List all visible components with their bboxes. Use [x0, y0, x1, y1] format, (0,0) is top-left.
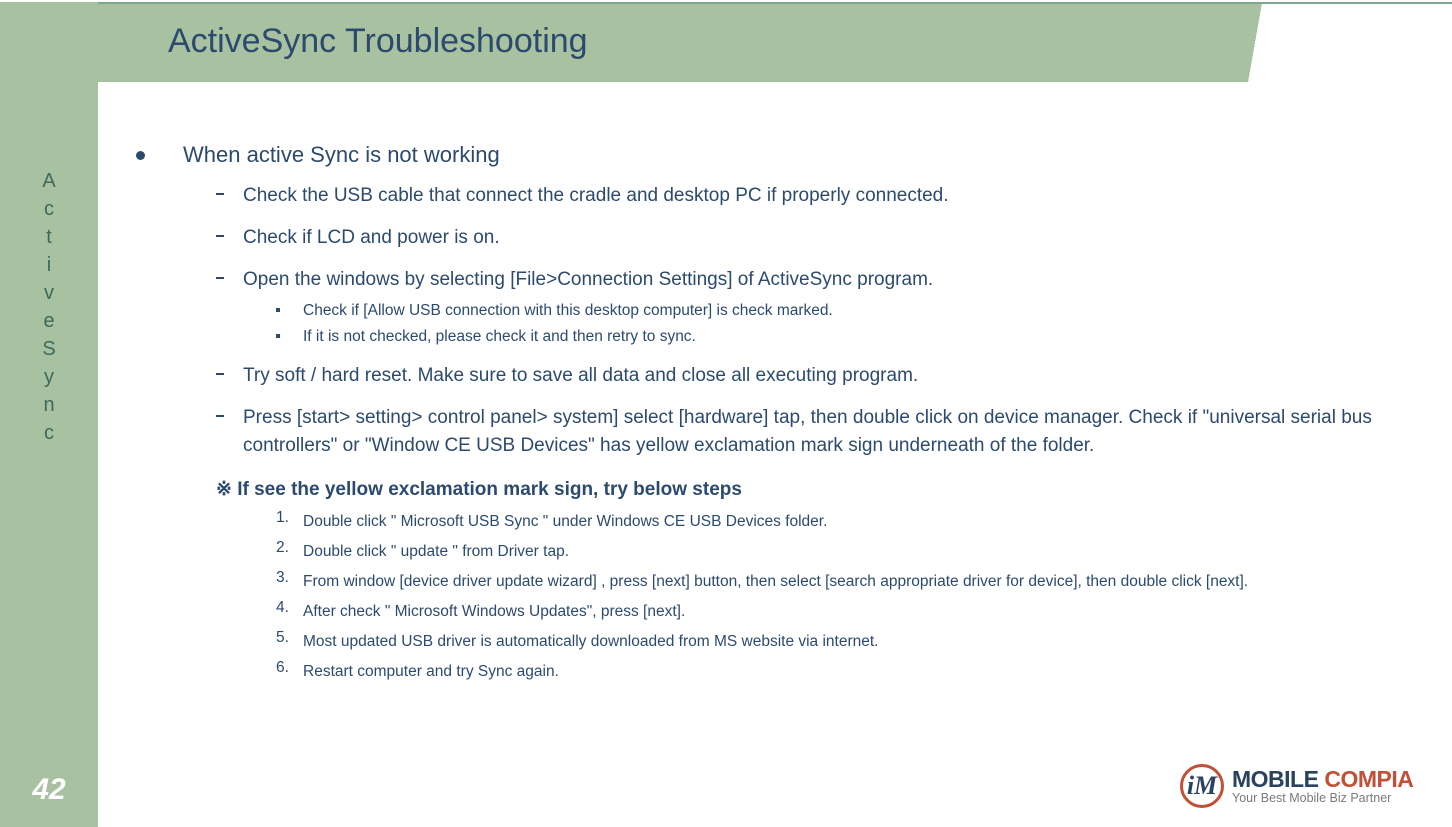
sidebar-char: c [0, 419, 98, 447]
bullet-lvl2: Check if LCD and power is on. [128, 224, 1412, 252]
step-item: 3. From window [device driver update wiz… [128, 569, 1412, 595]
slide-title: ActiveSync Troubleshooting [168, 22, 588, 61]
square-icon [276, 308, 280, 312]
step-item: 1. Double click " Microsoft USB Sync " u… [128, 509, 1412, 535]
bullet-lvl2-text: Press [start> setting> control panel> sy… [243, 407, 1372, 456]
step-text: Restart computer and try Sync again. [303, 663, 559, 680]
step-text: After check " Microsoft Windows Updates"… [303, 603, 685, 620]
sidebar-char: S [0, 335, 98, 363]
step-text: Double click " update " from Driver tap. [303, 543, 569, 560]
sidebar-char: e [0, 307, 98, 335]
step-number: 5. [276, 629, 289, 647]
sidebar-char: v [0, 279, 98, 307]
brand-logo: iM MOBILE COMPIA Your Best Mobile Biz Pa… [1180, 757, 1452, 815]
bullet-lvl2-text: Open the windows by selecting [File>Conn… [243, 269, 933, 290]
step-text: Most updated USB driver is automatically… [303, 633, 879, 650]
bullet-dot-icon [136, 151, 145, 160]
sidebar-char: A [0, 167, 98, 195]
sidebar-char: y [0, 363, 98, 391]
logo-mark-icon: iM [1180, 764, 1224, 808]
dash-icon [216, 277, 224, 279]
step-item: 2. Double click " update " from Driver t… [128, 539, 1412, 565]
note-line: ※ If see the yellow exclamation mark sig… [128, 478, 1412, 501]
bullet-lvl3: Check if [Allow USB connection with this… [128, 300, 1412, 322]
step-number: 6. [276, 659, 289, 677]
square-icon [276, 334, 280, 338]
bullet-lvl2-text: Check the USB cable that connect the cra… [243, 185, 949, 206]
step-item: 5. Most updated USB driver is automatica… [128, 629, 1412, 655]
bullet-lvl1-text: When active Sync is not working [183, 142, 500, 167]
bullet-lvl3: If it is not checked, please check it an… [128, 326, 1412, 348]
step-item: 6. Restart computer and try Sync again. [128, 659, 1412, 685]
sidebar-vertical-label: A c t i v e S y n c [0, 167, 98, 447]
step-number: 1. [276, 509, 289, 527]
sidebar-char: t [0, 223, 98, 251]
step-text: Double click " Microsoft USB Sync " unde… [303, 513, 827, 530]
logo-text: MOBILE COMPIA Your Best Mobile Biz Partn… [1232, 767, 1413, 805]
step-number: 3. [276, 569, 289, 587]
dash-icon [216, 415, 224, 417]
bullet-lvl2-text: Try soft / hard reset. Make sure to save… [243, 365, 918, 386]
logo-line1: MOBILE COMPIA [1232, 767, 1413, 791]
bullet-lvl2: Press [start> setting> control panel> sy… [128, 404, 1412, 460]
step-number: 4. [276, 599, 289, 617]
bullet-lvl2-text: Check if LCD and power is on. [243, 227, 500, 248]
content-panel: When active Sync is not working Check th… [98, 82, 1452, 827]
note-text: ※ If see the yellow exclamation mark sig… [216, 479, 742, 500]
dash-icon [216, 193, 224, 195]
sidebar-char: n [0, 391, 98, 419]
bullet-lvl2: Try soft / hard reset. Make sure to save… [128, 362, 1412, 390]
dash-icon [216, 235, 224, 237]
dash-icon [216, 373, 224, 375]
bullet-lvl1: When active Sync is not working [128, 142, 1412, 168]
sidebar-char: i [0, 251, 98, 279]
content-body: When active Sync is not working Check th… [128, 142, 1412, 687]
step-item: 4. After check " Microsoft Windows Updat… [128, 599, 1412, 625]
logo-word-compia: COMPIA [1324, 766, 1413, 792]
bullet-lvl3-text: Check if [Allow USB connection with this… [303, 302, 833, 319]
logo-word-mobile: MOBILE [1232, 766, 1324, 792]
bullet-lvl3-text: If it is not checked, please check it an… [303, 328, 696, 345]
sidebar-char: c [0, 195, 98, 223]
sidebar: A c t i v e S y n c 42 [0, 2, 98, 827]
logo-tagline: Your Best Mobile Biz Partner [1232, 792, 1413, 805]
step-text: From window [device driver update wizard… [303, 573, 1248, 590]
title-bar: ActiveSync Troubleshooting [98, 4, 1452, 82]
bullet-lvl2: Check the USB cable that connect the cra… [128, 182, 1412, 210]
page-number: 42 [0, 773, 98, 807]
bullet-lvl2: Open the windows by selecting [File>Conn… [128, 266, 1412, 294]
step-number: 2. [276, 539, 289, 557]
